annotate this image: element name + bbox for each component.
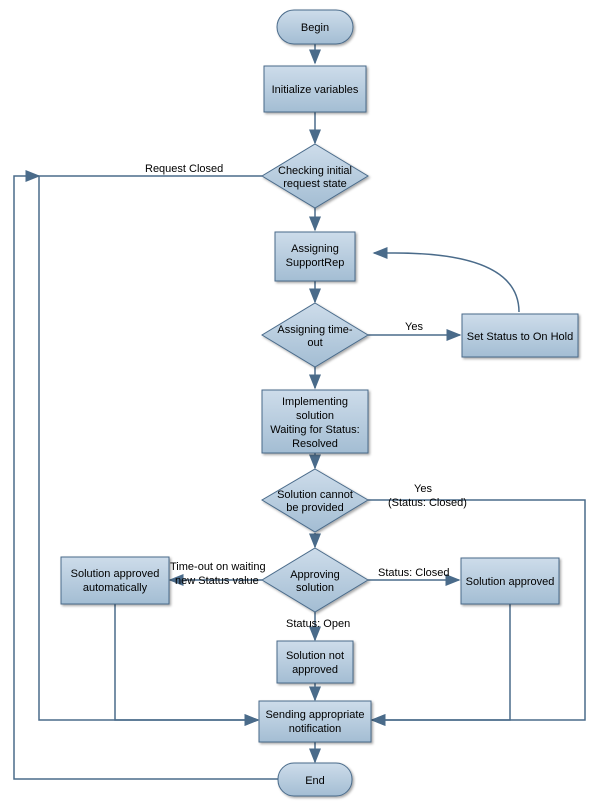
node-end: End (278, 763, 352, 796)
svg-text:Set Status to On Hold: Set Status to On Hold (467, 331, 573, 343)
svg-text:Resolved: Resolved (292, 438, 338, 450)
edge-cannot-yes (368, 500, 585, 720)
edge-onhold-back (374, 253, 519, 312)
svg-text:Checking initial: Checking initial (278, 165, 352, 177)
edge-auto-to-send (115, 604, 258, 720)
edge-label-approve-timeout2: new Status value (175, 575, 259, 587)
node-solution-cannot: Solution cannot be provided (262, 469, 368, 532)
svg-text:Sending appropriate: Sending appropriate (265, 709, 364, 721)
svg-text:Solution cannot: Solution cannot (277, 489, 353, 501)
svg-text:approved: approved (292, 664, 338, 676)
svg-text:Waiting for Status:: Waiting for Status: (270, 424, 359, 436)
node-sol-approved: Solution approved (461, 558, 559, 604)
node-implement: Implementing solution Waiting for Status… (262, 390, 368, 453)
svg-text:Implementing: Implementing (282, 396, 348, 408)
node-begin: Begin (277, 10, 353, 44)
edge-approved-to-send (372, 604, 510, 720)
svg-text:SupportRep: SupportRep (286, 257, 345, 269)
edge-request-closed (39, 176, 262, 720)
svg-text:Solution approved: Solution approved (71, 568, 160, 580)
svg-text:notification: notification (289, 723, 342, 735)
svg-text:Approving: Approving (290, 569, 340, 581)
edge-label-cannot-yes2: (Status: Closed) (388, 497, 467, 509)
svg-text:request state: request state (283, 178, 347, 190)
edge-end-loop (14, 176, 278, 779)
node-assign-timeout: Assigning time- out (262, 303, 368, 367)
svg-text:Assigning: Assigning (291, 243, 339, 255)
node-init: Initialize variables (264, 66, 366, 112)
svg-text:Begin: Begin (301, 22, 329, 34)
svg-text:Solution approved: Solution approved (466, 576, 555, 588)
svg-text:Initialize variables: Initialize variables (272, 84, 359, 96)
node-set-onhold: Set Status to On Hold (462, 314, 578, 357)
node-sol-not: Solution not approved (277, 641, 353, 683)
edge-label-approve-open: Status: Open (286, 618, 350, 630)
node-assign-rep: Assigning SupportRep (275, 232, 355, 281)
edge-label-cannot-yes1: Yes (414, 483, 432, 495)
svg-text:be provided: be provided (286, 502, 344, 514)
svg-text:solution: solution (296, 410, 334, 422)
edge-label-approve-closed: Status: Closed (378, 567, 450, 579)
node-sending: Sending appropriate notification (259, 701, 371, 742)
edge-label-request-closed: Request Closed (145, 163, 223, 175)
edge-label-timeout-yes: Yes (405, 321, 423, 333)
svg-text:End: End (305, 775, 325, 787)
node-check-initial: Checking initial request state (262, 144, 368, 208)
svg-text:Solution not: Solution not (286, 650, 344, 662)
edge-label-approve-timeout1: Time-out on waiting (170, 561, 266, 573)
svg-text:Assigning time-: Assigning time- (277, 324, 353, 336)
svg-text:automatically: automatically (83, 582, 148, 594)
node-sol-auto: Solution approved automatically (61, 557, 169, 604)
node-approving: Approving solution (262, 548, 368, 612)
svg-text:solution: solution (296, 582, 334, 594)
svg-text:out: out (307, 337, 322, 349)
